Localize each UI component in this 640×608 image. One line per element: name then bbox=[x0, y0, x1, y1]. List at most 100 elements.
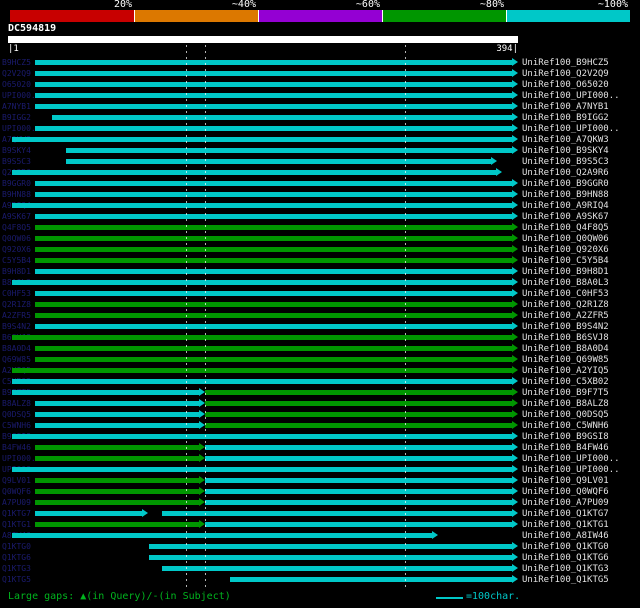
hit-row[interactable]: Q69W85 UniRef100_Q69W85 bbox=[0, 354, 640, 365]
alignment-bar[interactable] bbox=[35, 500, 200, 505]
alignment-bar[interactable] bbox=[35, 401, 200, 406]
alignment-bar[interactable] bbox=[162, 566, 512, 571]
alignment-bar[interactable] bbox=[35, 247, 512, 252]
alignment-bar[interactable] bbox=[35, 478, 200, 483]
hit-label[interactable]: UniRef100_B8A0L3 bbox=[522, 278, 609, 288]
hit-label[interactable]: UniRef100_O65020 bbox=[522, 80, 609, 90]
hit-label[interactable]: UniRef100_Q69W85 bbox=[522, 355, 609, 365]
hit-row[interactable]: B8A0L3UniRef100_B8A0L3 bbox=[0, 277, 640, 288]
hit-label[interactable]: UniRef100_A7PU09 bbox=[522, 498, 609, 508]
hit-row[interactable]: B6SVJ8UniRef100_B6SVJ8 bbox=[0, 332, 640, 343]
hit-row[interactable]: O65020 UniRef100_O65020 bbox=[0, 79, 640, 90]
hit-label[interactable]: UniRef100_B9GGR0 bbox=[522, 179, 609, 189]
alignment-bar[interactable] bbox=[35, 445, 200, 450]
alignment-bar[interactable] bbox=[149, 544, 512, 549]
hit-row[interactable]: Q9LV01 UniRef100_Q9LV01 bbox=[0, 475, 640, 486]
hit-row[interactable]: B4FW46 UniRef100_B4FW46 bbox=[0, 442, 640, 453]
hit-row[interactable]: Q1KTG6 UniRef100_Q1KTG6 bbox=[0, 552, 640, 563]
alignment-bar[interactable] bbox=[35, 423, 200, 428]
hit-row[interactable]: B9GGR0 UniRef100_B9GGR0 bbox=[0, 178, 640, 189]
alignment-bar[interactable] bbox=[11, 533, 432, 538]
alignment-bar[interactable] bbox=[35, 412, 200, 417]
hit-label[interactable]: UniRef100_Q0DSQ5 bbox=[522, 410, 609, 420]
alignment-bar[interactable] bbox=[205, 500, 512, 505]
hit-row[interactable]: B9S4N2 UniRef100_B9S4N2 bbox=[0, 321, 640, 332]
alignment-bar[interactable] bbox=[35, 71, 512, 76]
alignment-bar[interactable] bbox=[11, 170, 497, 175]
alignment-bar[interactable] bbox=[35, 126, 512, 131]
alignment-bar[interactable] bbox=[229, 577, 512, 582]
hit-row[interactable]: A2ZFR5 UniRef100_A2ZFR5 bbox=[0, 310, 640, 321]
hit-row[interactable]: UPI000..UniRef100_UPI000.. bbox=[0, 90, 640, 101]
hit-label[interactable]: UniRef100_C5XB02 bbox=[522, 377, 609, 387]
hit-label[interactable]: UniRef100_A8IW46 bbox=[522, 531, 609, 541]
hit-row[interactable]: UPI000..UniRef100_UPI000.. bbox=[0, 464, 640, 475]
hit-row[interactable]: Q2V2Q9 UniRef100_Q2V2Q9 bbox=[0, 68, 640, 79]
alignment-bar[interactable] bbox=[35, 181, 512, 186]
alignment-bar[interactable] bbox=[205, 456, 512, 461]
hit-label[interactable]: UniRef100_Q0WQF6 bbox=[522, 487, 609, 497]
hit-label[interactable]: UniRef100_UPI000.. bbox=[522, 124, 620, 134]
alignment-bar[interactable] bbox=[205, 522, 512, 527]
hit-row[interactable]: C5XB02UniRef100_C5XB02 bbox=[0, 376, 640, 387]
alignment-bar[interactable] bbox=[11, 434, 512, 439]
hit-label[interactable]: UniRef100_B9F7T5 bbox=[522, 388, 609, 398]
hit-row[interactable]: B9HCZ5 UniRef100_B9HCZ5 bbox=[0, 57, 640, 68]
alignment-bar[interactable] bbox=[35, 302, 512, 307]
hit-label[interactable]: UniRef100_Q1KTG5 bbox=[522, 575, 609, 585]
alignment-bar[interactable] bbox=[35, 258, 512, 263]
hit-label[interactable]: UniRef100_B6SVJ8 bbox=[522, 333, 609, 343]
alignment-bar[interactable] bbox=[35, 93, 512, 98]
hit-row[interactable]: B9SKY4 UniRef100_B9SKY4 bbox=[0, 145, 640, 156]
hit-row[interactable]: Q1KTG7 UniRef100_Q1KTG7 bbox=[0, 508, 640, 519]
hit-label[interactable]: UniRef100_A7NYB1 bbox=[522, 102, 609, 112]
hit-row[interactable]: B9HN88 UniRef100_B9HN88 bbox=[0, 189, 640, 200]
alignment-bar[interactable] bbox=[35, 456, 200, 461]
hit-row[interactable]: B8ALZ8 UniRef100_B8ALZ8 bbox=[0, 398, 640, 409]
alignment-bar[interactable] bbox=[35, 291, 512, 296]
hit-label[interactable]: UniRef100_A9SK67 bbox=[522, 212, 609, 222]
hit-label[interactable]: UniRef100_A2ZFR5 bbox=[522, 311, 609, 321]
hit-label[interactable]: UniRef100_B9HN88 bbox=[522, 190, 609, 200]
alignment-bar[interactable] bbox=[35, 357, 512, 362]
hit-row[interactable]: C5Y5B4 UniRef100_C5Y5B4 bbox=[0, 255, 640, 266]
hit-label[interactable]: UniRef100_Q2V2Q9 bbox=[522, 69, 609, 79]
hit-row[interactable]: Q920X6 UniRef100_Q920X6 bbox=[0, 244, 640, 255]
hit-label[interactable]: UniRef100_B8A0D4 bbox=[522, 344, 609, 354]
alignment-bar[interactable] bbox=[35, 313, 512, 318]
hit-label[interactable]: UniRef100_Q2R1Z8 bbox=[522, 300, 609, 310]
hit-row[interactable]: C0HF53 UniRef100_C0HF53 bbox=[0, 288, 640, 299]
hit-row[interactable]: UPI000..UniRef100_UPI000.. bbox=[0, 453, 640, 464]
alignment-bar[interactable] bbox=[205, 489, 512, 494]
alignment-bar[interactable] bbox=[35, 236, 512, 241]
alignment-bar[interactable] bbox=[11, 335, 512, 340]
hit-label[interactable]: UniRef100_B9H8D1 bbox=[522, 267, 609, 277]
alignment-bar[interactable] bbox=[205, 445, 512, 450]
hit-label[interactable]: UniRef100_B9SKY4 bbox=[522, 146, 609, 156]
alignment-bar[interactable] bbox=[205, 390, 512, 395]
hit-label[interactable]: UniRef100_Q1KTG7 bbox=[522, 509, 609, 519]
hit-label[interactable]: UniRef100_A2YIQ5 bbox=[522, 366, 609, 376]
hit-label[interactable]: UniRef100_UPI000.. bbox=[522, 454, 620, 464]
alignment-bar[interactable] bbox=[205, 401, 512, 406]
hit-label[interactable]: UniRef100_B8ALZ8 bbox=[522, 399, 609, 409]
hit-label[interactable]: UniRef100_B4FW46 bbox=[522, 443, 609, 453]
hit-row[interactable]: Q0WQF6 UniRef100_Q0WQF6 bbox=[0, 486, 640, 497]
hit-label[interactable]: UniRef100_A9RIQ4 bbox=[522, 201, 609, 211]
hit-row[interactable]: Q2A9R6UniRef100_Q2A9R6 bbox=[0, 167, 640, 178]
hit-row[interactable]: Q0QW06 UniRef100_Q0QW06 bbox=[0, 233, 640, 244]
hit-label[interactable]: UniRef100_Q1KTG3 bbox=[522, 564, 609, 574]
hit-row[interactable]: C5WNH6 UniRef100_C5WNH6 bbox=[0, 420, 640, 431]
alignment-bar[interactable] bbox=[35, 489, 200, 494]
hit-row[interactable]: A7PU09 UniRef100_A7PU09 bbox=[0, 497, 640, 508]
hit-row[interactable]: B9IGG2 UniRef100_B9IGG2 bbox=[0, 112, 640, 123]
hit-label[interactable]: UniRef100_Q4F8Q5 bbox=[522, 223, 609, 233]
alignment-bar[interactable] bbox=[11, 203, 512, 208]
hit-row[interactable]: Q1KTG3 UniRef100_Q1KTG3 bbox=[0, 563, 640, 574]
hit-row[interactable]: Q2R1Z8 UniRef100_Q2R1Z8 bbox=[0, 299, 640, 310]
hit-row[interactable]: B8A0D4 UniRef100_B8A0D4 bbox=[0, 343, 640, 354]
hit-label[interactable]: UniRef100_C5Y5B4 bbox=[522, 256, 609, 266]
alignment-bar[interactable] bbox=[149, 555, 512, 560]
alignment-bar[interactable] bbox=[35, 324, 512, 329]
hit-label[interactable]: UniRef100_C5WNH6 bbox=[522, 421, 609, 431]
